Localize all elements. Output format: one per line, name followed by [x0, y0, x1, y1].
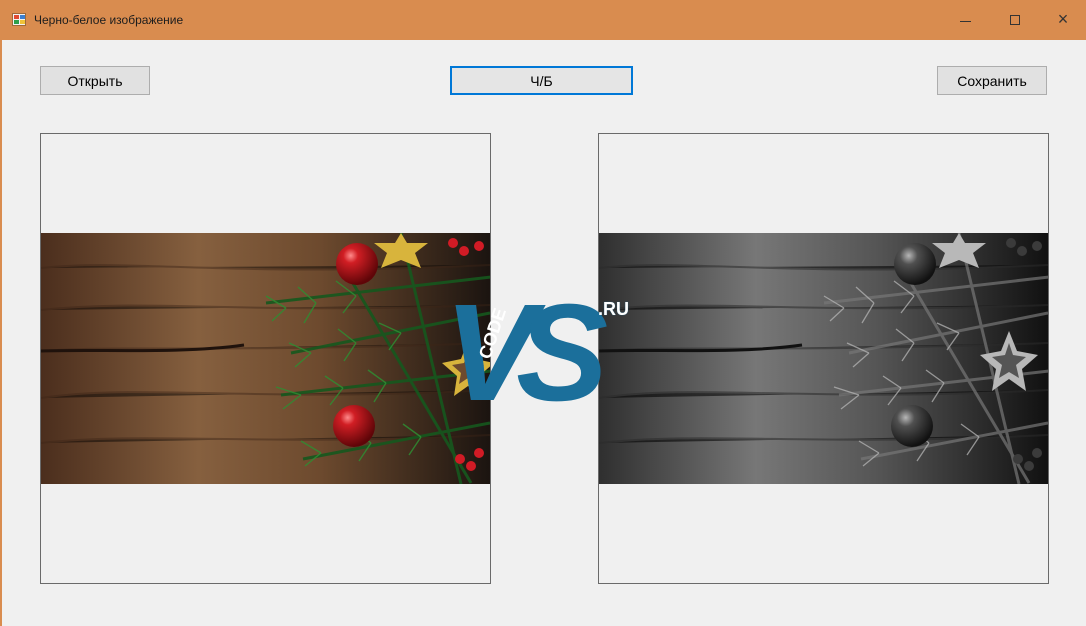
- maximize-icon: [1010, 15, 1020, 25]
- minimize-button[interactable]: [942, 0, 988, 40]
- app-window-icon: [12, 13, 26, 26]
- grayscale-christmas-image: [599, 233, 1048, 484]
- black-white-image-box[interactable]: [598, 133, 1049, 584]
- form-client-area: Открыть Ч/Б Сохранить VS CODE .RU: [2, 40, 1086, 626]
- vscode-ru-watermark: VS CODE .RU: [440, 276, 655, 450]
- watermark-ru-text: .RU: [598, 299, 629, 319]
- close-button[interactable]: ×: [1040, 0, 1086, 40]
- maximize-button[interactable]: [992, 0, 1038, 40]
- color-christmas-image: [41, 233, 490, 484]
- open-button[interactable]: Открыть: [40, 66, 150, 95]
- close-icon: ×: [1057, 9, 1069, 29]
- title-bar[interactable]: Черно-белое изображение ×: [0, 0, 1086, 40]
- minimize-icon: [959, 20, 971, 22]
- window-title: Черно-белое изображение: [34, 13, 184, 27]
- main-window: Черно-белое изображение × Открыть Ч/Б Со…: [0, 0, 1086, 626]
- save-button[interactable]: Сохранить: [937, 66, 1047, 95]
- original-image-box[interactable]: [40, 133, 491, 584]
- black-white-button[interactable]: Ч/Б: [450, 66, 633, 95]
